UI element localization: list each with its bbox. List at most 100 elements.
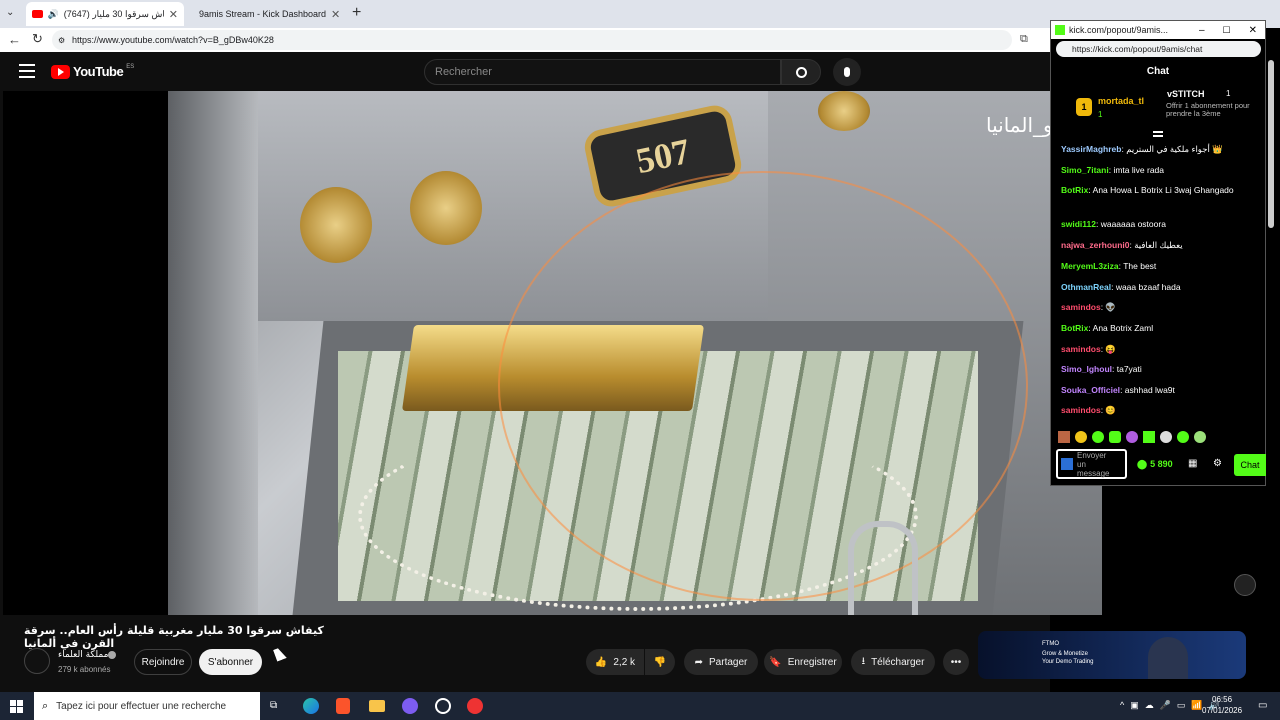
chat-username[interactable]: Souka_Officiel bbox=[1061, 385, 1120, 395]
emote-icon[interactable] bbox=[1177, 431, 1189, 443]
chat-input[interactable]: Envoyer un message bbox=[1056, 449, 1127, 479]
brave-icon[interactable] bbox=[336, 698, 350, 714]
minimize-icon[interactable]: – bbox=[1199, 25, 1205, 36]
subscribe-button[interactable]: S'abonner bbox=[199, 649, 262, 675]
chat-message: samindos: 👽 bbox=[1061, 301, 1261, 313]
chat-username[interactable]: YassirMaghreb bbox=[1061, 144, 1121, 154]
tab-youtube-label: (7647) كيفاش سرقوا 30 مليار ... bbox=[63, 8, 164, 19]
app-icon[interactable] bbox=[435, 698, 451, 714]
chat-username[interactable]: BotRix bbox=[1061, 323, 1088, 333]
pinned-user[interactable]: mortada_tl bbox=[1098, 96, 1144, 106]
points-value: 5 890 bbox=[1150, 459, 1173, 469]
settings-icon[interactable]: ⚙ bbox=[1213, 458, 1222, 469]
emote-icon[interactable] bbox=[1075, 431, 1087, 443]
kick-url-bar[interactable]: https://kick.com/popout/9amis/chat bbox=[1056, 41, 1261, 57]
menu-icon[interactable] bbox=[19, 64, 35, 78]
kick-favicon-icon bbox=[1055, 25, 1065, 35]
emote-icon[interactable] bbox=[1143, 431, 1155, 443]
chat-text: ashhad lwa9t bbox=[1124, 385, 1175, 395]
like-button[interactable]: 👍 2,2 k bbox=[586, 649, 644, 675]
channel-avatar[interactable] bbox=[24, 648, 50, 674]
site-info-icon[interactable]: ⚙ bbox=[58, 36, 65, 45]
close-icon[interactable]: ✕ bbox=[1249, 25, 1257, 36]
channel-watermark[interactable] bbox=[1234, 574, 1256, 596]
youtube-logo[interactable]: YouTube ES bbox=[51, 64, 134, 79]
chat-username[interactable]: swidi112 bbox=[1061, 219, 1096, 229]
chat-input-placeholder: Envoyer un message bbox=[1077, 450, 1110, 478]
ad-banner[interactable]: FTMO Grow & Monetize Your Demo Trading bbox=[978, 631, 1246, 679]
keyhole-icon bbox=[818, 91, 870, 131]
tab-list-chevron-icon[interactable]: ⌄ bbox=[6, 7, 20, 21]
youtube-play-icon bbox=[51, 64, 70, 79]
kick-scrollbar[interactable] bbox=[1268, 60, 1274, 228]
search-input[interactable]: Rechercher bbox=[424, 59, 781, 85]
chat-username[interactable]: MeryemL3ziza bbox=[1061, 261, 1119, 271]
chat-send-button[interactable]: Chat bbox=[1234, 454, 1266, 476]
chat-text: waaa bzaaf hada bbox=[1115, 282, 1181, 292]
chat-text: Ana Botrix Zaml bbox=[1092, 323, 1154, 333]
chat-username[interactable]: BotRix bbox=[1061, 185, 1088, 195]
app-icon[interactable] bbox=[467, 698, 483, 714]
translate-icon[interactable]: ⧉ bbox=[1020, 33, 1028, 46]
chat-username[interactable]: Simo_lghoul bbox=[1061, 364, 1112, 374]
chat-username[interactable]: samindos bbox=[1061, 405, 1101, 415]
notification-icon[interactable]: ▭ bbox=[1258, 700, 1267, 711]
kick-titlebar: kick.com/popout/9amis... – ☐ ✕ bbox=[1051, 21, 1265, 39]
close-tab-icon[interactable]: ✕ bbox=[169, 8, 178, 21]
chat-username[interactable]: OthmanReal bbox=[1061, 282, 1111, 292]
scroll-down-icon[interactable] bbox=[1153, 131, 1163, 137]
taskbar-search[interactable]: ⌕ Tapez ici pour effectuer une recherche bbox=[34, 692, 260, 720]
ad-line1: Grow & Monetize bbox=[1042, 651, 1089, 657]
thumbs-up-icon: 👍 bbox=[594, 656, 608, 668]
close-tab-icon[interactable]: ✕ bbox=[331, 8, 340, 21]
gift-icon[interactable]: ▦ bbox=[1188, 458, 1197, 469]
tab-kick-dashboard[interactable]: 9amis Stream - Kick Dashboard ✕ bbox=[188, 2, 346, 26]
gifter-name[interactable]: vSTITCH bbox=[1167, 89, 1205, 99]
share-button[interactable]: ➦ Partager bbox=[684, 649, 758, 675]
gifter-count: 1 bbox=[1226, 89, 1231, 98]
download-icon: ⭳ bbox=[861, 655, 866, 667]
chat-username[interactable]: najwa_zerhouni0 bbox=[1061, 240, 1130, 250]
channel-name[interactable]: مملكة العلماء bbox=[58, 650, 108, 660]
download-button[interactable]: ⭳ Télécharger bbox=[851, 649, 935, 675]
chat-message: swidi112: waaaaaa ostoora bbox=[1061, 218, 1261, 230]
chat-text: يعطيك العافية bbox=[1134, 240, 1183, 250]
join-button[interactable]: Rejoindre bbox=[134, 649, 192, 675]
channel-points[interactable]: ⬤ 5 890 bbox=[1137, 459, 1173, 470]
reload-icon[interactable]: ↻ bbox=[32, 31, 43, 47]
kick-window-title: kick.com/popout/9amis... bbox=[1069, 25, 1169, 35]
start-button[interactable] bbox=[10, 700, 23, 713]
chat-username[interactable]: samindos bbox=[1061, 344, 1101, 354]
emote-icon[interactable] bbox=[1194, 431, 1206, 443]
emote-icon[interactable] bbox=[1126, 431, 1138, 443]
maximize-icon[interactable]: ☐ bbox=[1223, 25, 1231, 36]
search-button[interactable] bbox=[781, 59, 821, 85]
url-field[interactable]: ⚙ https://www.youtube.com/watch?v=B_gDBw… bbox=[52, 30, 1012, 50]
task-view-icon[interactable]: ⧉ bbox=[270, 700, 277, 711]
voice-search-button[interactable] bbox=[833, 58, 861, 86]
speaker-icon[interactable]: 🔊 bbox=[48, 9, 59, 20]
edge-icon[interactable] bbox=[303, 698, 319, 714]
emote-icon[interactable] bbox=[1109, 431, 1121, 443]
chat-message: samindos: 😝 bbox=[1061, 343, 1261, 355]
emote-icon[interactable] bbox=[1092, 431, 1104, 443]
emote-icon[interactable] bbox=[1160, 431, 1172, 443]
new-tab-button[interactable]: + bbox=[352, 4, 361, 22]
save-label: Enregistrer bbox=[787, 656, 837, 668]
chat-username[interactable]: samindos bbox=[1061, 302, 1101, 312]
kick-url: https://kick.com/popout/9amis/chat bbox=[1072, 44, 1203, 54]
dislike-button[interactable]: 👎 bbox=[645, 649, 675, 675]
chat-text: 😊 bbox=[1105, 405, 1117, 415]
file-explorer-icon[interactable] bbox=[369, 700, 385, 712]
back-icon[interactable]: ← bbox=[8, 32, 21, 47]
save-button[interactable]: 🔖 Enregistrer bbox=[764, 649, 842, 675]
app-icon[interactable] bbox=[402, 698, 418, 714]
more-actions-button[interactable]: ••• bbox=[943, 649, 969, 675]
keyhole-icon bbox=[410, 171, 482, 245]
emote-icon[interactable] bbox=[1058, 431, 1070, 443]
tab-youtube[interactable]: 🔊 (7647) كيفاش سرقوا 30 مليار ... ✕ bbox=[26, 2, 184, 26]
chat-username[interactable]: Simo_7itani bbox=[1061, 165, 1109, 175]
ad-brand: FTMO bbox=[1042, 641, 1059, 647]
video-frame[interactable]: 507 و_المانيا bbox=[168, 91, 1102, 615]
plate-number: 507 bbox=[632, 130, 694, 182]
